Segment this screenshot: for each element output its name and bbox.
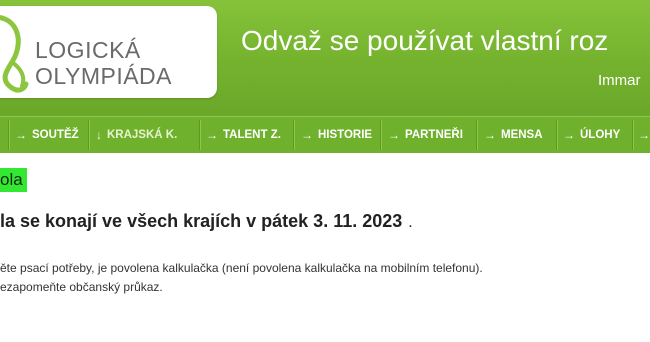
nav-item-label: KRAJSKÁ K. bbox=[107, 129, 178, 141]
nav-item-mensa[interactable]: → MENSA bbox=[484, 117, 543, 153]
nav-separator bbox=[199, 120, 200, 150]
section-badge: ola bbox=[0, 168, 27, 192]
headline-text: la se konají ve všech krajích v pátek 3.… bbox=[0, 211, 403, 231]
nav-item-label: MENSA bbox=[501, 129, 543, 141]
paragraph-supplies: ěte psací potřeby, je povolena kalkulačk… bbox=[0, 261, 483, 275]
site-header: LOGICKÁ OLYMPIÁDA Odvaž se používat vlas… bbox=[0, 0, 650, 116]
nav-separator bbox=[8, 120, 9, 150]
arrow-right-icon: → bbox=[484, 128, 496, 142]
nav-separator bbox=[88, 120, 89, 150]
nav-item-krajska-k[interactable]: ↓ KRAJSKÁ K. bbox=[96, 117, 177, 153]
arrow-down-icon: ↓ bbox=[96, 128, 102, 142]
headline-tail: . bbox=[408, 214, 413, 231]
paragraph-id-card: ezapomeňte občanský průkaz. bbox=[0, 280, 163, 294]
nav-item-soutez[interactable]: → SOUTĚŽ bbox=[15, 117, 79, 153]
nav-item-partneri[interactable]: → PARTNEŘI bbox=[388, 117, 463, 153]
logo[interactable]: LOGICKÁ OLYMPIÁDA bbox=[0, 6, 217, 98]
arrow-right-icon: → bbox=[388, 128, 400, 142]
nav-item-label: HISTORIE bbox=[318, 129, 373, 141]
header-slogan: Odvaž se používat vlastní roz bbox=[241, 25, 609, 56]
logo-text: LOGICKÁ OLYMPIÁDA bbox=[35, 37, 172, 89]
arrow-right-icon: → bbox=[206, 128, 218, 142]
nav-item-label: PARTNEŘI bbox=[405, 129, 463, 141]
logo-line-2: OLYMPIÁDA bbox=[35, 63, 172, 89]
main-content: ola la se konají ve všech krajích v páte… bbox=[0, 152, 650, 342]
nav-item-ulohy[interactable]: → ÚLOHY bbox=[563, 117, 620, 153]
nav-item-label: TALENT Z. bbox=[223, 129, 281, 141]
arrow-right-icon: → bbox=[638, 128, 650, 142]
nav-item-more[interactable]: → bbox=[638, 117, 650, 153]
arrow-right-icon: → bbox=[563, 128, 575, 142]
logo-mark-icon bbox=[0, 15, 29, 93]
main-navigation: → SOUTĚŽ ↓ KRAJSKÁ K. → TALENT Z. → HIST… bbox=[0, 116, 650, 153]
headline: la se konají ve všech krajích v pátek 3.… bbox=[0, 211, 413, 232]
arrow-right-icon: → bbox=[15, 128, 27, 142]
header-subslogan: Immar bbox=[598, 72, 641, 89]
nav-separator bbox=[380, 120, 381, 150]
nav-separator bbox=[476, 120, 477, 150]
nav-separator bbox=[632, 120, 633, 150]
nav-item-label: SOUTĚŽ bbox=[32, 129, 79, 141]
nav-item-talent-z[interactable]: → TALENT Z. bbox=[206, 117, 281, 153]
nav-item-label: ÚLOHY bbox=[580, 129, 621, 141]
nav-item-historie[interactable]: → HISTORIE bbox=[301, 117, 372, 153]
nav-separator bbox=[293, 120, 294, 150]
arrow-right-icon: → bbox=[301, 128, 313, 142]
logo-line-1: LOGICKÁ bbox=[35, 37, 141, 63]
nav-separator bbox=[556, 120, 557, 150]
